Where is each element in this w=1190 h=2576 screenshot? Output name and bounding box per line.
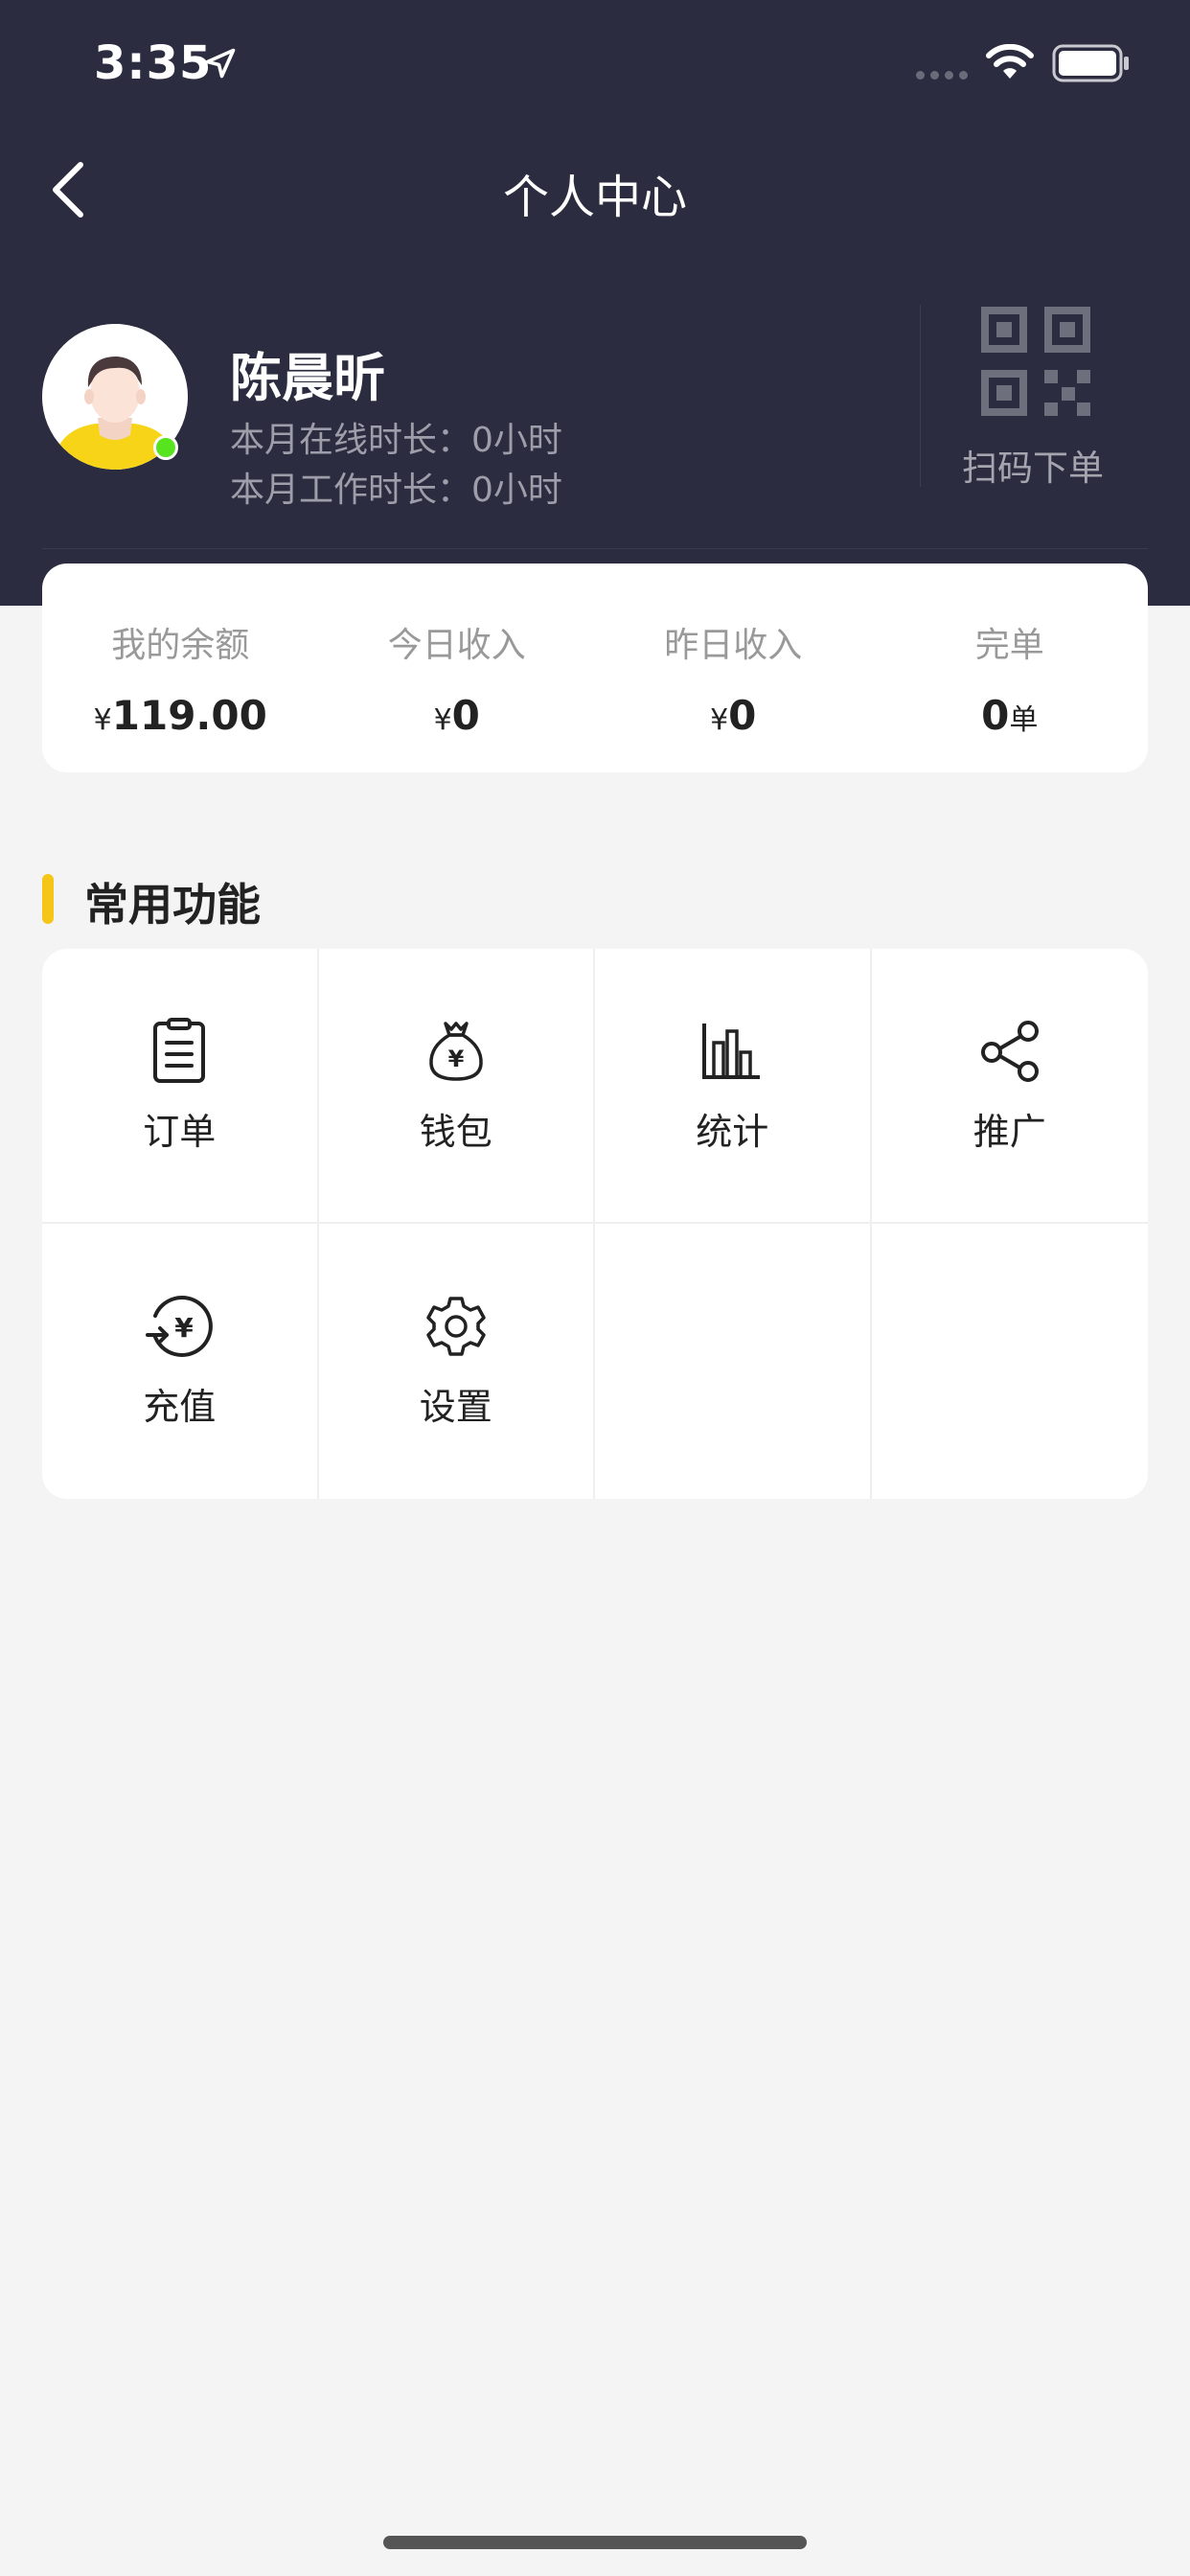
stat-number: 0 [451,692,480,739]
function-settings[interactable]: 设置 [319,1224,595,1499]
status-time: 3:35 [94,36,213,90]
gear-icon [426,1297,486,1356]
currency-symbol: ¥ [93,703,112,737]
stat-balance[interactable]: 我的余额 ¥119.00 [42,564,319,772]
stats-card: 我的余额 ¥119.00 今日收入 ¥0 昨日收入 ¥0 完单 0单 [42,564,1148,772]
function-label: 钱包 [419,1111,492,1153]
section-title: 常用功能 [84,879,261,931]
money-bag-icon: ¥ [428,1022,483,1081]
header-background [0,0,1190,606]
header-divider [42,548,1148,549]
stat-label: 昨日收入 [664,626,803,665]
wifi-icon [986,44,1034,79]
function-orders[interactable]: 订单 [42,949,319,1224]
stat-label: 今日收入 [387,626,526,665]
share-icon [980,1021,1039,1082]
stat-completed-orders[interactable]: 完单 0单 [872,564,1149,772]
svg-text:¥: ¥ [175,1312,195,1344]
svg-text:¥: ¥ [447,1046,464,1072]
stat-value: 0单 [872,692,1149,739]
home-indicator[interactable] [383,2536,807,2549]
function-promotion[interactable]: 推广 [871,949,1148,1224]
function-label: 设置 [419,1386,492,1428]
stat-value: ¥119.00 [42,692,319,739]
stat-yesterday-income[interactable]: 昨日收入 ¥0 [595,564,872,772]
function-empty [872,1224,1149,1499]
online-status-dot [153,435,178,460]
currency-symbol: ¥ [433,703,452,737]
clipboard-icon [153,1018,206,1083]
online-duration: 本月在线时长：0小时 [230,421,562,460]
cellular-signal-icon [916,71,968,80]
function-recharge[interactable]: ¥ 充值 [42,1224,319,1499]
stat-label: 我的余额 [111,626,250,665]
stat-today-income[interactable]: 今日收入 ¥0 [319,564,596,772]
recharge-icon: ¥ [146,1296,214,1357]
user-name: 陈晨昕 [230,348,385,408]
bar-chart-icon [702,1024,761,1079]
section-accent-bar [42,874,54,924]
function-label: 订单 [143,1111,217,1153]
function-empty [595,1224,872,1499]
stat-value: ¥0 [319,692,596,739]
currency-symbol: ¥ [710,703,729,737]
function-wallet[interactable]: ¥ 钱包 [318,949,595,1224]
stat-label: 完单 [974,626,1044,665]
stat-number: 119.00 [111,692,267,739]
work-duration: 本月工作时长：0小时 [230,471,562,510]
location-arrow-icon [205,48,236,79]
function-label: 充值 [143,1386,217,1428]
page-title: 个人中心 [502,171,687,224]
stat-unit: 单 [1009,703,1039,737]
stat-number: 0 [981,692,1010,739]
function-label: 统计 [696,1111,769,1153]
battery-icon [1052,44,1129,82]
qr-code-icon[interactable] [981,307,1090,416]
stat-value: ¥0 [595,692,872,739]
scan-order-label[interactable]: 扫码下单 [920,439,1146,491]
function-statistics[interactable]: 统计 [595,949,872,1224]
function-label: 推广 [973,1111,1046,1153]
function-grid: 订单 ¥ 钱包 统计 推广 ¥ 充值 设置 [42,949,1148,1499]
stat-number: 0 [728,692,757,739]
